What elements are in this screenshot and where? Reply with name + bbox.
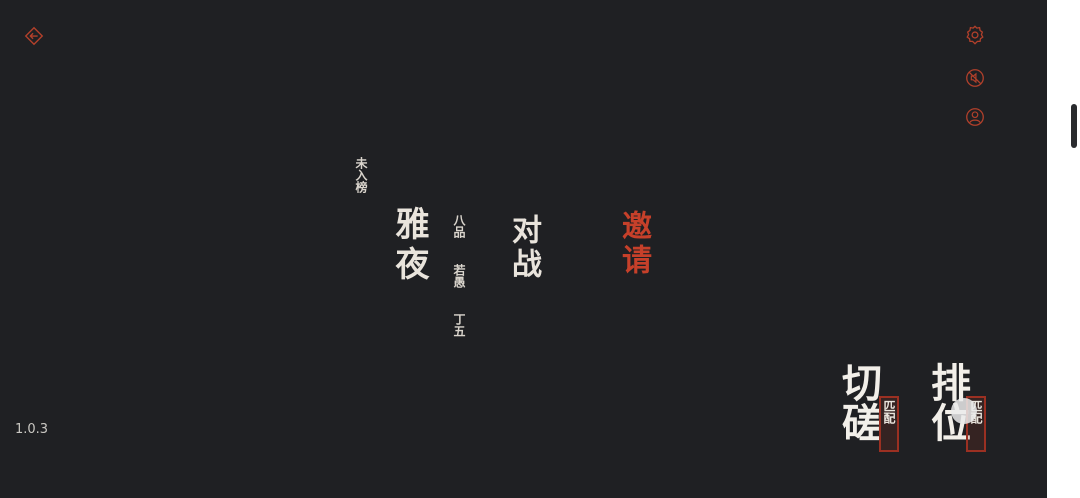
settings-button[interactable]: [962, 22, 988, 48]
player-title: 若愚: [452, 264, 466, 288]
gear-icon: [966, 25, 984, 45]
profile-button[interactable]: [962, 104, 988, 130]
casual-tag: 匹配: [882, 400, 896, 424]
version-label: 1.0.3: [15, 422, 49, 437]
sound-toggle-button[interactable]: [962, 65, 988, 91]
side-panel-edge: [1047, 0, 1080, 498]
touch-indicator: [951, 398, 977, 424]
rank-status: 未入榜: [354, 157, 368, 193]
sound-off-icon: [966, 69, 984, 87]
game-lobby-screen: 未入榜 雅夜 八品 若愚 丁五 对战 邀请 1.0.3 切磋 匹配 排位 匹配: [0, 0, 1080, 498]
invite-button[interactable]: 邀请: [615, 210, 651, 278]
user-icon: [966, 108, 984, 126]
side-drag-handle[interactable]: [1071, 104, 1077, 148]
casual-match-button[interactable]: 切磋 匹配: [835, 362, 902, 460]
back-button[interactable]: [21, 23, 47, 49]
casual-label: 切磋: [835, 362, 882, 442]
back-arrow-icon: [24, 26, 44, 46]
battle-button[interactable]: 对战: [505, 214, 541, 282]
player-stage: 丁五: [452, 313, 466, 337]
player-grade: 八品: [452, 214, 466, 238]
player-name: 雅夜: [389, 206, 429, 286]
